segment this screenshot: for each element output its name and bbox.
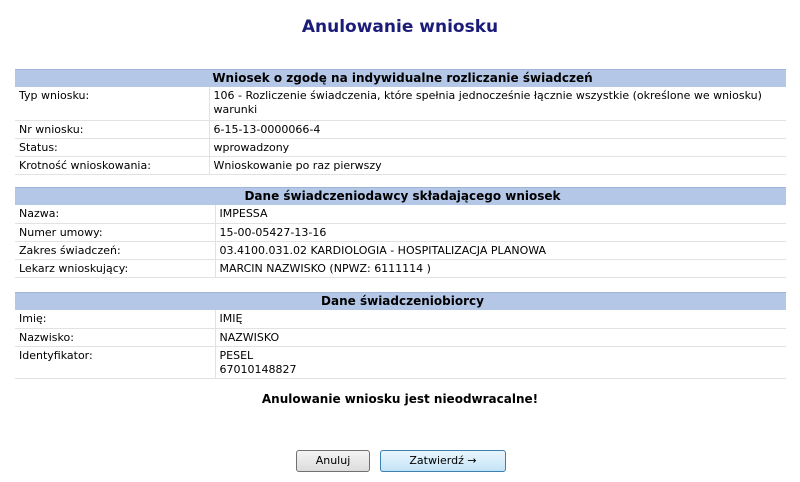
application-status-value: wprowadzony <box>208 138 786 157</box>
field-label: Status: <box>15 138 209 157</box>
provider-name-row: Nazwa: IMPESSA <box>15 205 786 224</box>
field-label: Identyfikator: <box>15 346 215 379</box>
patient-first-name-value: IMIĘ <box>214 310 786 329</box>
application-section-header: Wniosek o zgodę na indywidualne rozlicza… <box>15 69 786 87</box>
patient-identifier-row: Identyfikator: PESEL 67010148827 <box>15 346 786 379</box>
service-scope-row: Zakres świadczeń: 03.4100.031.02 KARDIOL… <box>15 241 786 260</box>
patient-identifier-value: PESEL 67010148827 <box>214 346 786 379</box>
application-number-value: 6-15-13-0000066-4 <box>208 120 786 139</box>
provider-section-header: Dane świadczeniodawcy składającego wnios… <box>15 187 786 205</box>
contract-number-row: Numer umowy: 15-00-05427-13-16 <box>15 223 786 242</box>
field-label: Zakres świadczeń: <box>15 241 215 260</box>
identifier-type: PESEL <box>219 348 254 362</box>
field-label: Nr wniosku: <box>15 120 209 139</box>
page-title: Anulowanie wniosku <box>301 17 499 37</box>
service-scope-value: 03.4100.031.02 KARDIOLOGIA - HOSPITALIZA… <box>214 241 786 260</box>
application-section: Wniosek o zgodę na indywidualne rozlicza… <box>15 69 786 175</box>
field-label: Numer umowy: <box>15 223 215 242</box>
requesting-doctor-value: MARCIN NAZWISKO (NPWZ: 6111114 ) <box>214 259 786 278</box>
field-label: Krotność wnioskowania: <box>15 156 209 175</box>
provider-section: Dane świadczeniodawcy składającego wnios… <box>15 187 786 278</box>
field-label: Nazwa: <box>15 205 215 224</box>
irreversible-warning: Anulowanie wniosku jest nieodwracalne! <box>261 392 539 406</box>
application-multiplicity-row: Krotność wnioskowania: Wnioskowanie po r… <box>15 156 786 175</box>
patient-first-name-row: Imię: IMIĘ <box>15 310 786 329</box>
application-type-row: Typ wniosku: 106 - Rozliczenie świadczen… <box>15 87 786 121</box>
patient-section: Dane świadczeniobiorcy Imię: IMIĘ Nazwis… <box>15 292 786 379</box>
field-label: Lekarz wnioskujący: <box>15 259 215 278</box>
contract-number-value: 15-00-05427-13-16 <box>214 223 786 242</box>
provider-name-value: IMPESSA <box>214 205 786 224</box>
application-multiplicity-value: Wnioskowanie po raz pierwszy <box>208 156 786 175</box>
application-number-row: Nr wniosku: 6-15-13-0000066-4 <box>15 120 786 139</box>
confirm-button[interactable]: Zatwierdź → <box>380 450 506 472</box>
patient-last-name-row: Nazwisko: NAZWISKO <box>15 328 786 347</box>
requesting-doctor-row: Lekarz wnioskujący: MARCIN NAZWISKO (NPW… <box>15 259 786 278</box>
patient-section-header: Dane świadczeniobiorcy <box>15 292 786 310</box>
field-label: Typ wniosku: <box>15 87 209 121</box>
cancel-button[interactable]: Anuluj <box>296 450 370 472</box>
field-label: Nazwisko: <box>15 328 215 347</box>
identifier-number: 67010148827 <box>219 362 297 376</box>
field-label: Imię: <box>15 310 215 329</box>
application-type-value: 106 - Rozliczenie świadczenia, które spe… <box>208 87 786 121</box>
application-status-row: Status: wprowadzony <box>15 138 786 157</box>
patient-last-name-value: NAZWISKO <box>214 328 786 347</box>
